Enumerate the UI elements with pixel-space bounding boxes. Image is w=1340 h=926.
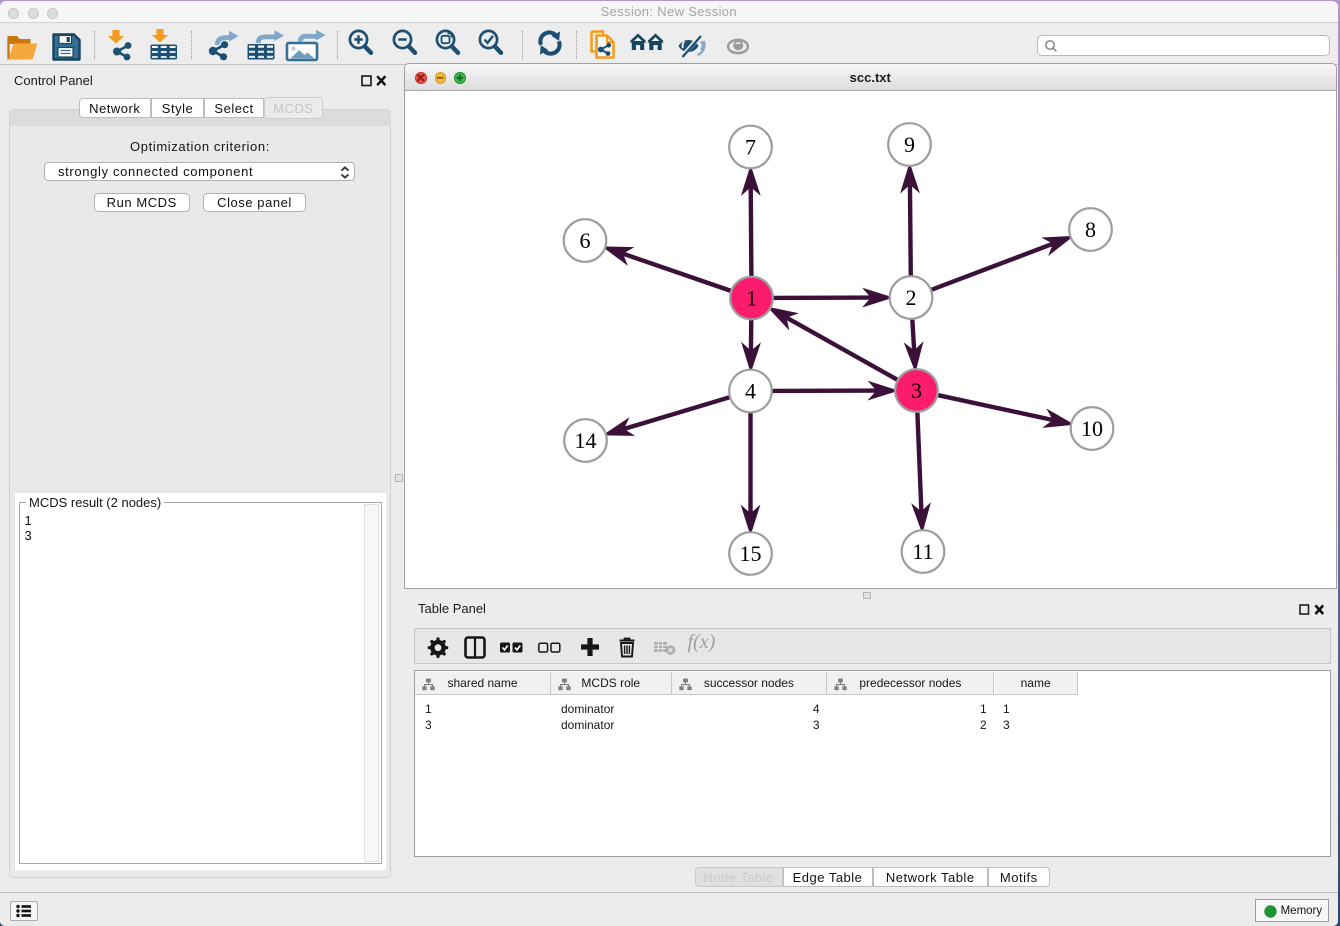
svg-text:6: 6	[579, 228, 590, 253]
svg-text:4: 4	[745, 378, 756, 403]
svg-text:3: 3	[911, 378, 922, 403]
svg-text:7: 7	[745, 134, 756, 159]
svg-text:14: 14	[574, 428, 596, 453]
svg-text:8: 8	[1085, 217, 1096, 242]
svg-text:15: 15	[739, 541, 761, 566]
svg-text:1: 1	[746, 285, 757, 310]
svg-text:10: 10	[1081, 416, 1103, 441]
svg-text:9: 9	[904, 132, 915, 157]
svg-text:11: 11	[912, 539, 933, 564]
svg-text:2: 2	[905, 285, 916, 310]
